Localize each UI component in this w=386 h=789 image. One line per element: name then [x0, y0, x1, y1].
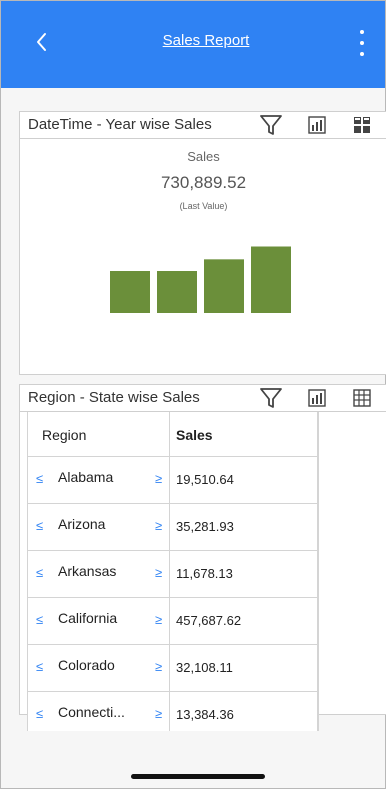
- sales-value: 35,281.93: [176, 519, 234, 534]
- table-row-sales-cell: 11,678.13: [170, 551, 318, 598]
- collapse-arrow-icon[interactable]: ≤: [36, 566, 43, 579]
- grid-icon[interactable]: [350, 114, 376, 136]
- filter-icon[interactable]: [258, 114, 284, 136]
- chart-icon[interactable]: [305, 114, 331, 136]
- back-icon[interactable]: [31, 29, 53, 55]
- top-app-bar: Sales Report: [1, 1, 385, 88]
- column-header-label: Region: [42, 427, 87, 443]
- expand-arrow-icon[interactable]: ≥: [155, 519, 162, 532]
- table-row-sales-cell: 32,108.11: [170, 645, 318, 692]
- chart-bar[interactable]: [110, 271, 150, 313]
- chart-bar[interactable]: [157, 271, 197, 313]
- chart-icon[interactable]: [305, 387, 331, 409]
- collapse-arrow-icon[interactable]: ≤: [36, 519, 43, 532]
- region-label: Arkansas: [58, 563, 117, 579]
- chart-bar[interactable]: [204, 259, 244, 313]
- table-row-sales-cell: 457,687.62: [170, 598, 318, 645]
- table-header-sales[interactable]: Sales: [170, 412, 318, 457]
- sales-value: 32,108.11: [176, 660, 233, 675]
- chart-bar[interactable]: [251, 246, 291, 314]
- collapse-arrow-icon[interactable]: ≤: [36, 660, 43, 673]
- chevron-left-icon: [37, 33, 46, 51]
- table-row-region-cell[interactable]: ≤ Alabama ≥: [28, 457, 170, 504]
- sales-value: 19,510.64: [176, 472, 234, 487]
- table-row-sales-cell: 35,281.93: [170, 504, 318, 551]
- sales-value: 13,384.36: [176, 707, 234, 722]
- sales-value: 11,678.13: [176, 566, 233, 581]
- table-row-region-cell[interactable]: ≤ Arizona ≥: [28, 504, 170, 551]
- region-label: Arizona: [58, 516, 106, 532]
- panel-header: Region - State wise Sales: [20, 385, 386, 412]
- panel-header: DateTime - Year wise Sales: [20, 112, 386, 139]
- bottom-safe-area: [1, 731, 385, 788]
- year-sales-panel: DateTime - Year wise Sales Sales 730,889…: [19, 111, 386, 375]
- region-sales-panel: Region - State wise Sales Region Sales ≤…: [19, 384, 386, 741]
- collapse-arrow-icon[interactable]: ≤: [36, 472, 43, 485]
- table-row-sales-cell: 19,510.64: [170, 457, 318, 504]
- bar-chart: [110, 246, 291, 314]
- region-label: Alabama: [58, 469, 114, 485]
- table-icon[interactable]: [350, 387, 376, 409]
- expand-arrow-icon[interactable]: ≥: [155, 472, 162, 485]
- app-frame: Sales Report DateTime - Year wise Sales: [0, 0, 386, 789]
- home-indicator[interactable]: [131, 774, 265, 779]
- report-title[interactable]: Sales Report: [141, 32, 271, 49]
- expand-arrow-icon[interactable]: ≥: [155, 707, 162, 720]
- panel-title: Region - State wise Sales: [28, 389, 200, 406]
- expand-arrow-icon[interactable]: ≥: [155, 566, 162, 579]
- more-options-icon[interactable]: [353, 27, 369, 61]
- collapse-arrow-icon[interactable]: ≤: [36, 707, 43, 720]
- region-label: Colorado: [58, 657, 115, 673]
- chart-area: Sales 730,889.52 (Last Value): [20, 139, 386, 359]
- table-row-region-cell[interactable]: ≤ Arkansas ≥: [28, 551, 170, 598]
- table-row-region-cell[interactable]: ≤ Colorado ≥: [28, 645, 170, 692]
- collapse-arrow-icon[interactable]: ≤: [36, 613, 43, 626]
- filter-icon[interactable]: [258, 387, 284, 409]
- sales-table: Region Sales ≤ Alabama ≥ 19,510.64 ≤ Ari…: [27, 412, 319, 741]
- region-label: California: [58, 610, 118, 626]
- sales-value: 457,687.62: [176, 613, 242, 628]
- column-header-label: Sales: [176, 427, 213, 443]
- table-row-region-cell[interactable]: ≤ California ≥: [28, 598, 170, 645]
- expand-arrow-icon[interactable]: ≥: [155, 660, 162, 673]
- panel-title: DateTime - Year wise Sales: [28, 116, 212, 133]
- region-label: Connecti...: [58, 704, 125, 720]
- expand-arrow-icon[interactable]: ≥: [155, 613, 162, 626]
- table-header-region[interactable]: Region: [28, 412, 170, 457]
